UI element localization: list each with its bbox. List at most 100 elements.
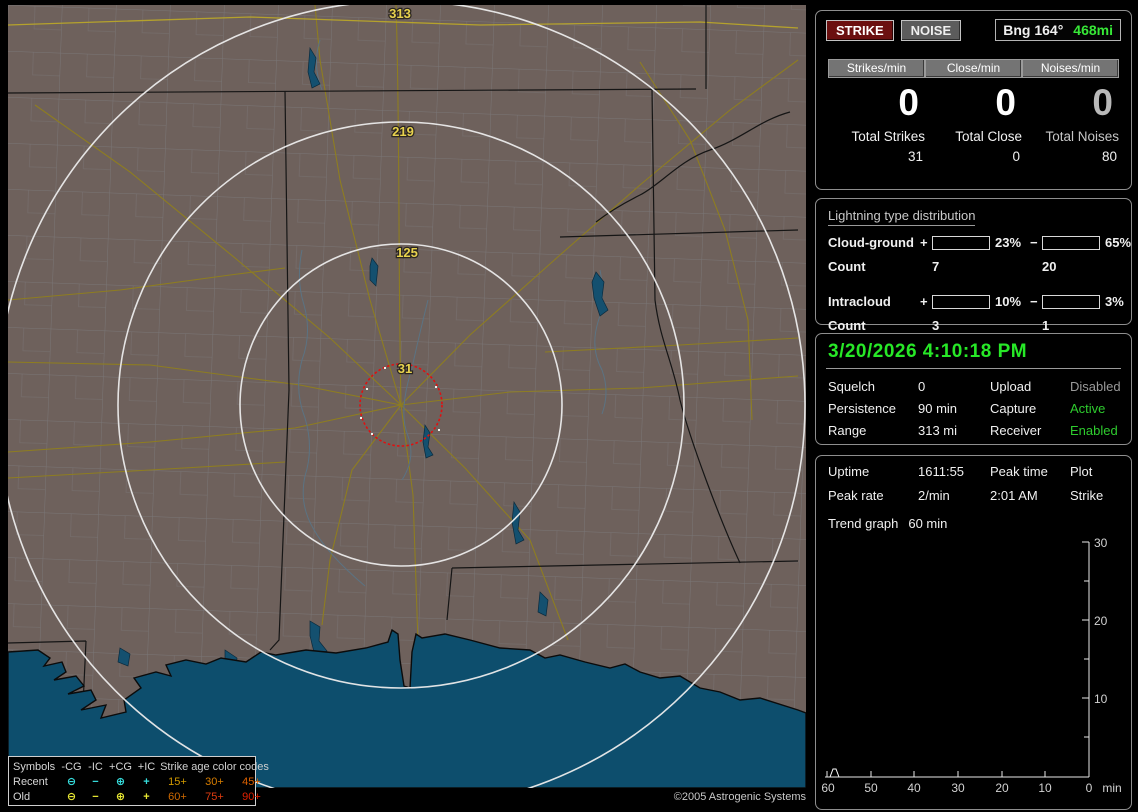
trend-graph: 30 20 10 60 50 40 30 20 10 0 min <box>821 536 1121 795</box>
ic-negative-pct: 3% <box>1105 294 1124 309</box>
trend-xlabel-30: 30 <box>951 781 965 795</box>
legend-old-row: Old ⊖ − ⊕ + 60+ 75+ 90+ <box>13 789 261 804</box>
ic-negative-bar <box>1042 294 1100 309</box>
trend-xlabel-40: 40 <box>907 781 921 795</box>
datetime-display: 3/20/2026 4:10:18 PM <box>828 341 1028 362</box>
neg-cg-old-icon: ⊖ <box>66 791 77 803</box>
uptime-label: Uptime <box>828 464 870 479</box>
trend-x-ticks <box>826 771 1046 777</box>
cg-negative-pct: 65% <box>1105 235 1132 250</box>
ic-negative-count: 1 <box>1042 318 1050 333</box>
status-panel: 3/20/2026 4:10:18 PM Squelch 0 Upload Di… <box>815 333 1132 445</box>
total-close-value: 0 <box>1012 149 1020 164</box>
peak-time-value: 2:01 AM <box>990 488 1038 503</box>
receiver-label: Receiver <box>990 423 1042 438</box>
plot-label: Plot <box>1070 464 1093 479</box>
persistence-value: 90 min <box>918 401 958 416</box>
trend-x-unit: min <box>1102 781 1121 795</box>
strike-mode-button[interactable]: STRIKE <box>826 19 894 41</box>
age-45: 45+ <box>242 775 261 788</box>
peak-rate-value: 2/min <box>918 488 950 503</box>
pos-ic-old-icon: + <box>143 790 150 803</box>
distribution-panel: Lightning type distribution Cloud-ground… <box>815 198 1132 333</box>
age-30: 30+ <box>205 775 224 788</box>
noise-mode-button[interactable]: NOISE <box>900 19 962 41</box>
ring-label-219: 219 <box>392 124 414 139</box>
squelch-value: 0 <box>918 379 926 394</box>
minus-sign: − <box>1030 235 1038 250</box>
persistence-label: Persistence <box>828 401 896 416</box>
strikes-per-min-chip[interactable]: Strikes/min <box>828 59 925 78</box>
trend-xlabel-20: 20 <box>995 781 1009 795</box>
status-grid: Squelch 0 Upload Disabled Persistence 90… <box>828 379 1121 438</box>
capture-label: Capture <box>990 401 1037 416</box>
peak-time-label: Peak time <box>990 464 1048 479</box>
peak-rate-label: Peak rate <box>828 488 884 503</box>
close-per-min-chip[interactable]: Close/min <box>925 59 1022 78</box>
stats-grid: Uptime 1611:55 Peak time Plot Peak rate … <box>828 464 1119 503</box>
legend-col-pos-ic: +IC <box>137 760 156 773</box>
total-strikes-label: Total Strikes <box>851 129 925 144</box>
rate-counters: Strikes/min 0 Total Strikes 31 Close/min… <box>826 59 1121 164</box>
age-90: 90+ <box>242 790 261 803</box>
trend-panel: Uptime 1611:55 Peak time Plot Peak rate … <box>815 455 1132 810</box>
trend-xlabel-60: 60 <box>821 781 835 795</box>
age-15: 15+ <box>168 775 187 788</box>
ic-positive-pct: 10% <box>995 294 1022 309</box>
noises-counter: Noises/min 0 Total Noises 80 <box>1022 59 1119 164</box>
uptime-value: 1611:55 <box>918 464 965 479</box>
pos-ic-recent-icon: + <box>143 775 150 788</box>
total-strikes-value: 31 <box>907 149 923 164</box>
noises-per-min-chip[interactable]: Noises/min <box>1022 59 1119 78</box>
lightning-map[interactable]: 313 219 125 31 <box>8 5 806 788</box>
distribution-title: Lightning type distribution <box>828 208 976 226</box>
cg-negative-count: 20 <box>1042 259 1057 274</box>
noises-per-min-value: 0 <box>1092 82 1113 123</box>
intracloud-label: Intracloud <box>828 294 891 309</box>
cg-negative-bar <box>1042 235 1100 250</box>
neg-ic-old-icon: − <box>92 790 99 803</box>
total-noises-value: 80 <box>1101 149 1117 164</box>
cloud-ground-label: Cloud-ground <box>828 235 914 250</box>
ic-positive-bar <box>932 294 990 309</box>
upload-status: Disabled <box>1070 379 1121 394</box>
total-close-label: Total Close <box>955 129 1022 144</box>
close-per-min-value: 0 <box>995 82 1016 123</box>
trend-ylabel-10: 10 <box>1094 692 1108 706</box>
neg-ic-recent-icon: − <box>92 775 99 788</box>
ic-count-label: Count <box>828 318 866 333</box>
trend-ylabel-30: 30 <box>1094 536 1108 550</box>
age-75: 75+ <box>205 790 224 803</box>
ic-positive-count: 3 <box>932 318 940 333</box>
trend-xlabel-10: 10 <box>1038 781 1052 795</box>
cg-positive-count: 7 <box>932 259 940 274</box>
plus-sign: + <box>920 294 928 309</box>
ring-label-313: 313 <box>389 6 411 21</box>
legend-col-pos-cg: +CG <box>109 760 132 773</box>
cg-count-label: Count <box>828 259 866 274</box>
legend-header-row: Symbols -CG -IC +CG +IC Strike age color… <box>13 759 269 774</box>
legend-age-title: Strike age color codes <box>160 760 269 773</box>
close-counter: Close/min 0 Total Close 0 <box>925 59 1022 164</box>
plot-mode-value: Strike <box>1070 488 1104 503</box>
trend-xlabel-50: 50 <box>864 781 878 795</box>
legend-recent-label: Recent <box>13 775 48 788</box>
capture-status: Active <box>1070 401 1106 416</box>
ring-label-125: 125 <box>396 245 418 260</box>
legend-old-label: Old <box>13 790 31 803</box>
minus-sign: − <box>1030 294 1038 309</box>
pos-cg-old-icon: ⊕ <box>115 791 126 803</box>
display-mode-row: STRIKE NOISE Bng 164° 468mi <box>826 19 1121 41</box>
legend-col-neg-cg: -CG <box>61 760 82 773</box>
ring-label-31: 31 <box>398 361 412 376</box>
symbols-legend: Symbols -CG -IC +CG +IC Strike age color… <box>8 756 269 806</box>
trend-xlabel-0: 0 <box>1086 781 1093 795</box>
legend-symbols-header: Symbols <box>13 760 56 773</box>
distribution-grid: Cloud-ground + 23% − 65% Count 7 20 Intr… <box>828 235 1131 333</box>
trend-y-ticks <box>1082 541 1089 738</box>
legend-recent-row: Recent ⊖ − ⊕ + 15+ 30+ 45+ <box>13 774 261 789</box>
trend-data-spike <box>829 768 840 778</box>
strikes-per-min-value: 0 <box>898 82 919 123</box>
legend-col-neg-ic: -IC <box>88 760 103 773</box>
plus-sign: + <box>920 235 928 250</box>
